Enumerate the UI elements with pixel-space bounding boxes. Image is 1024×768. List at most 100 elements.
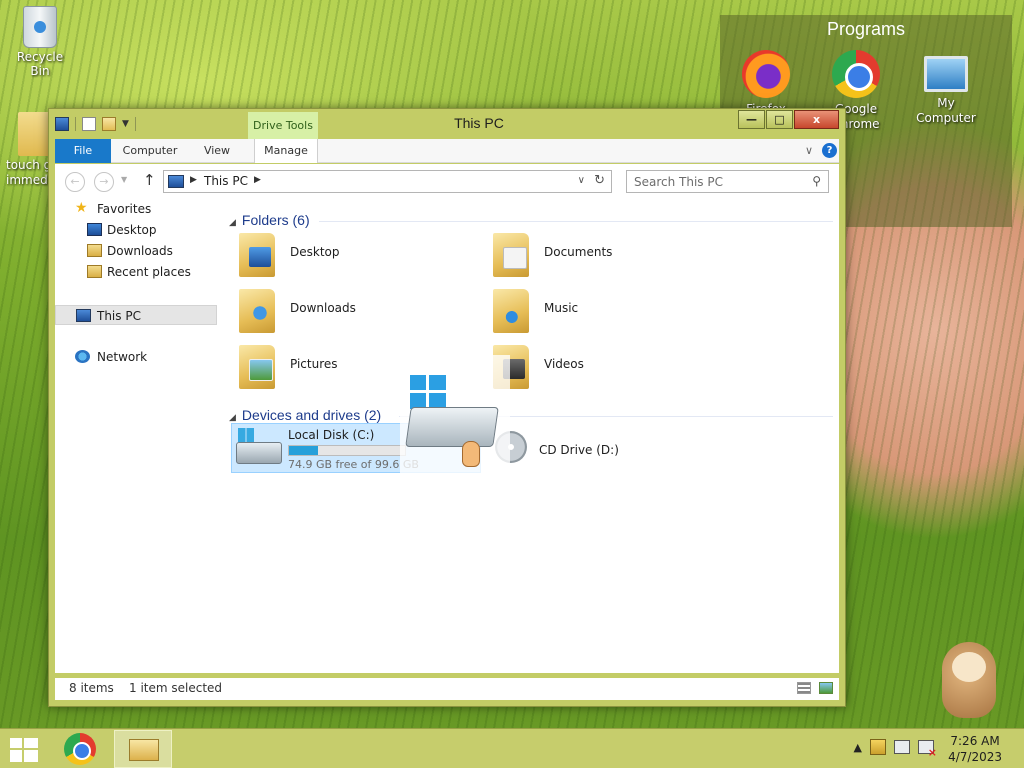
- quick-access-toolbar: ▼: [55, 116, 136, 132]
- collapse-icon: ◢: [229, 217, 236, 227]
- refresh-icon[interactable]: ↻: [594, 173, 605, 188]
- recent-places-icon: [87, 265, 102, 278]
- recent-locations-dropdown-icon[interactable]: ▼: [121, 175, 127, 184]
- recycle-bin-label: Recycle Bin: [16, 50, 64, 78]
- taskbar-chrome-icon[interactable]: [64, 733, 96, 765]
- music-folder-icon: [493, 289, 529, 333]
- nav-label: Favorites: [97, 202, 152, 216]
- nav-label: Desktop: [107, 223, 157, 237]
- nav-label: This PC: [97, 309, 141, 323]
- drive-name: CD Drive (D:): [539, 443, 619, 457]
- taskbar: ▲ 7:26 AM 4/7/2023: [0, 728, 1024, 768]
- show-hidden-icons-button[interactable]: ▲: [854, 741, 862, 754]
- window-controls: — □ x: [738, 110, 839, 129]
- clock-time: 7:26 AM: [950, 734, 1000, 748]
- taskbar-file-explorer[interactable]: [114, 730, 172, 768]
- group-divider: [319, 221, 833, 222]
- hamster-face: [952, 652, 986, 682]
- nav-item-network[interactable]: Network: [55, 347, 217, 367]
- recycle-bin-icon: [23, 6, 57, 48]
- drive-cd-d[interactable]: CD Drive (D:): [483, 425, 683, 475]
- clock-date: 4/7/2023: [948, 750, 1002, 764]
- folder-label: Downloads: [290, 301, 356, 315]
- network-icon: [75, 350, 90, 363]
- large-icons-view-icon[interactable]: [819, 682, 833, 694]
- file-explorer-icon: [129, 739, 159, 761]
- items-view: ◢ Folders (6) Desktop Documents Downloads…: [223, 199, 839, 673]
- group-title: Folders (6): [241, 212, 310, 228]
- programs-title: Programs: [826, 19, 906, 39]
- properties-icon[interactable]: [82, 117, 96, 131]
- folder-downloads[interactable]: Downloads: [233, 285, 473, 337]
- separator: [134, 117, 136, 131]
- folder-label: Desktop: [290, 245, 340, 259]
- navigation-pane: ★ Favorites Desktop Downloads Recent pla…: [55, 199, 217, 673]
- up-arrow-icon[interactable]: ↑: [143, 171, 156, 189]
- clock[interactable]: 7:26 AM 4/7/2023: [948, 733, 1002, 765]
- window-title: This PC: [454, 115, 504, 131]
- documents-folder-icon: [493, 233, 529, 277]
- title-bar[interactable]: ▼ Drive Tools This PC — □ x: [49, 109, 845, 139]
- nav-item-recent-places[interactable]: Recent places: [55, 262, 217, 282]
- breadcrumb-arrow-icon[interactable]: ▶: [254, 175, 261, 185]
- search-box[interactable]: Search This PC ⚲: [626, 170, 829, 193]
- drives-group-header[interactable]: ◢ Devices and drives (2): [229, 407, 381, 423]
- forward-button[interactable]: →: [94, 172, 114, 192]
- firefox-icon: [742, 50, 790, 98]
- volume-muted-icon[interactable]: [918, 740, 937, 759]
- nav-item-desktop[interactable]: Desktop: [55, 220, 217, 240]
- expand-ribbon-icon[interactable]: ∨: [805, 144, 813, 157]
- nav-item-this-pc[interactable]: This PC: [55, 305, 217, 325]
- downloads-icon: [87, 244, 102, 257]
- program-my-computer[interactable]: My Computer: [906, 50, 986, 126]
- folder-label: Videos: [544, 357, 584, 371]
- tab-file[interactable]: File: [55, 139, 111, 163]
- tab-view[interactable]: View: [195, 139, 239, 163]
- status-bar: 8 items 1 item selected: [55, 678, 839, 700]
- my-computer-icon: [924, 56, 968, 92]
- folder-label: Pictures: [290, 357, 338, 371]
- drag-preview: [400, 355, 510, 485]
- separator: [75, 117, 76, 131]
- nav-item-downloads[interactable]: Downloads: [55, 241, 217, 261]
- hard-drive-icon: [236, 442, 282, 464]
- drive-name: Local Disk (C:): [288, 428, 375, 442]
- folder-documents[interactable]: Documents: [487, 229, 727, 281]
- windows-logo-icon: [410, 375, 446, 409]
- computer-icon: [76, 309, 91, 322]
- program-firefox[interactable]: Firefox: [726, 50, 806, 117]
- folder-desktop[interactable]: Desktop: [233, 229, 473, 281]
- new-folder-icon[interactable]: [102, 117, 116, 131]
- minimize-button[interactable]: —: [738, 110, 765, 129]
- close-button[interactable]: x: [794, 110, 839, 129]
- action-center-flag-icon[interactable]: [870, 739, 886, 755]
- folders-group-header[interactable]: ◢ Folders (6): [229, 212, 310, 228]
- folder-label: Documents: [544, 245, 613, 259]
- address-bar[interactable]: ▶ This PC ▶ ∨ ↻: [163, 170, 612, 193]
- nav-item-favorites[interactable]: ★ Favorites: [55, 199, 217, 219]
- customize-dropdown-icon[interactable]: ▼: [122, 119, 129, 129]
- hard-drive-icon: [405, 407, 499, 447]
- back-button[interactable]: ←: [65, 172, 85, 192]
- recycle-bin-shortcut[interactable]: Recycle Bin: [6, 6, 74, 78]
- status-selection: 1 item selected: [129, 681, 223, 695]
- search-icon[interactable]: ⚲: [812, 174, 821, 188]
- breadcrumb-arrow-icon[interactable]: ▶: [190, 175, 197, 185]
- tab-manage[interactable]: Manage: [254, 139, 318, 163]
- nav-label: Network: [97, 350, 148, 364]
- hamster-gadget[interactable]: [928, 622, 1008, 722]
- computer-icon[interactable]: [55, 117, 69, 131]
- system-tray: ▲: [854, 739, 937, 759]
- address-path[interactable]: This PC: [204, 174, 248, 188]
- maximize-button[interactable]: □: [766, 110, 793, 129]
- details-view-icon[interactable]: [797, 682, 811, 694]
- network-icon[interactable]: [894, 740, 910, 754]
- folder-icon: [18, 112, 50, 156]
- start-button[interactable]: [10, 738, 38, 762]
- touch-shortcut[interactable]: touch g immed: [6, 112, 50, 188]
- address-history-icon[interactable]: ∨: [578, 175, 585, 186]
- help-icon[interactable]: ?: [822, 143, 837, 158]
- tab-computer[interactable]: Computer: [117, 139, 183, 163]
- folder-videos[interactable]: Videos: [487, 341, 727, 393]
- folder-music[interactable]: Music: [487, 285, 727, 337]
